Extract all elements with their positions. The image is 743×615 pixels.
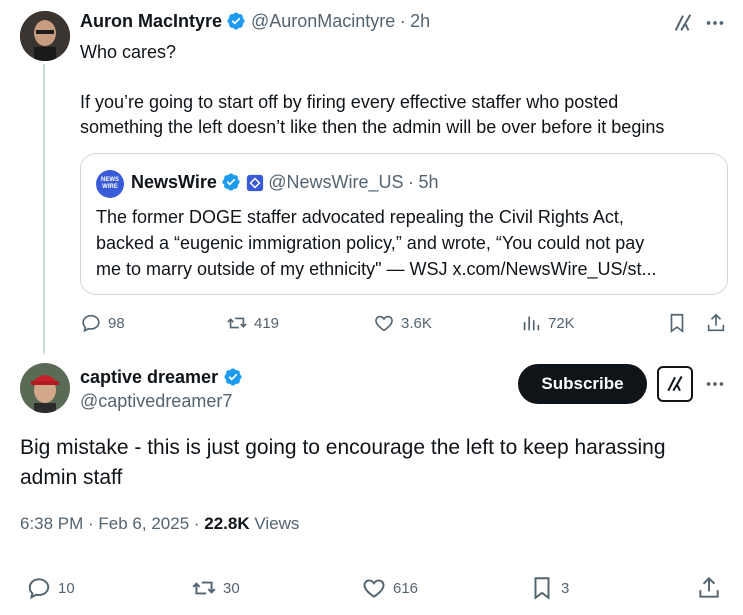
quote-text-line1: The former DOGE staffer advocated repeal… <box>96 207 624 227</box>
author-name[interactable]: captive dreamer <box>80 367 218 387</box>
reply-button[interactable]: 10 <box>26 575 75 601</box>
repost-count: 30 <box>223 579 240 597</box>
bookmark-icon <box>534 577 550 600</box>
tweet2-text-line2: admin staff <box>20 466 123 489</box>
reply-count: 10 <box>58 579 75 597</box>
author-handle[interactable]: @captivedreamer7 <box>80 391 232 412</box>
tweet1-text-line1: Who cares? <box>80 42 177 62</box>
more-icon[interactable] <box>704 12 726 34</box>
newswire-logo: NEWS WIRE <box>96 170 124 198</box>
verified-badge-icon <box>227 12 246 30</box>
repost-button[interactable]: 30 <box>191 575 240 601</box>
tweet1-text-line2: If you’re going to start off by firing e… <box>80 92 619 112</box>
tweet2-author-row: captive dreamer <box>80 367 243 388</box>
views-label: Views <box>249 514 300 533</box>
dot-separator: · <box>399 11 406 31</box>
quote-text-line2: backed a “eugenic immigration policy,” a… <box>96 233 645 253</box>
views-icon <box>523 316 540 331</box>
reply-button[interactable]: 98 <box>80 312 125 334</box>
avatar-captive-dreamer[interactable] <box>20 363 70 413</box>
author-handle[interactable]: @AuronMacintyre <box>251 11 395 31</box>
avatar-auron[interactable] <box>20 11 70 61</box>
affiliate-badge-icon <box>246 174 263 192</box>
more-icon[interactable] <box>704 373 726 395</box>
logo-text-top: NEWS <box>101 177 119 183</box>
quote-author-handle: @NewsWire_US <box>268 172 404 192</box>
verified-badge-icon <box>223 368 242 386</box>
repost-button[interactable]: 419 <box>226 312 279 334</box>
tweet1-header: Auron MacIntyre @AuronMacintyre · 2h <box>80 11 430 32</box>
thread-line <box>43 64 45 354</box>
timestamp[interactable]: 6:38 PM · Feb 6, 2025 · <box>20 514 204 533</box>
grok-button[interactable] <box>657 366 693 402</box>
like-icon <box>375 315 393 332</box>
share-icon[interactable] <box>696 575 722 601</box>
quoted-tweet-card[interactable]: NEWS WIRE NewsWire @NewsWire_US · 5h The… <box>80 153 728 295</box>
quote-time: 5h <box>418 172 439 192</box>
like-count: 616 <box>393 579 419 597</box>
like-icon <box>363 579 385 598</box>
verified-badge-icon <box>222 173 240 191</box>
quote-author-name: NewsWire <box>131 172 217 192</box>
like-button[interactable]: 616 <box>361 575 418 601</box>
tweet2-meta: 6:38 PM · Feb 6, 2025 · 22.8K Views <box>20 514 299 534</box>
subscribe-button[interactable]: Subscribe <box>518 364 647 404</box>
tweet1-text-line3: something the left doesn’t like then the… <box>80 117 665 137</box>
quote-text-line3: me to marry outside of my ethnicity" — W… <box>96 259 657 279</box>
tweet2-text-line1: Big mistake - this is just going to enco… <box>20 436 666 459</box>
reply-icon <box>82 314 100 333</box>
logo-text-bottom: WIRE <box>102 184 118 190</box>
repost-icon <box>227 317 247 329</box>
dot-separator: · <box>407 172 414 192</box>
bookmark-button[interactable]: 3 <box>529 575 569 601</box>
like-button[interactable]: 3.6K <box>373 312 432 334</box>
repost-count: 419 <box>254 314 280 332</box>
bookmark-icon[interactable] <box>666 312 688 334</box>
views-count: 22.8K <box>204 514 250 533</box>
share-icon[interactable] <box>705 312 727 334</box>
author-name[interactable]: Auron MacIntyre <box>80 11 222 31</box>
post-time[interactable]: 2h <box>410 11 430 31</box>
grok-icon <box>667 375 683 392</box>
bookmark-count: 3 <box>561 579 570 597</box>
like-count: 3.6K <box>401 314 432 332</box>
views-count: 72K <box>548 314 575 332</box>
views-button[interactable]: 72K <box>520 312 575 334</box>
grok-icon[interactable] <box>672 12 694 34</box>
reply-count: 98 <box>108 314 125 332</box>
quote-header: NewsWire @NewsWire_US · 5h <box>131 172 438 193</box>
repost-icon <box>192 581 216 595</box>
reply-icon <box>28 578 50 600</box>
